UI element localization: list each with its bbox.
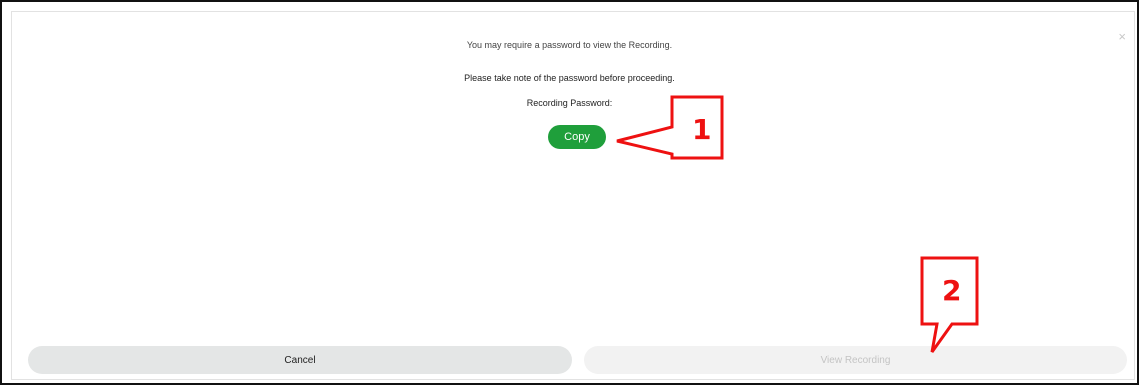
view-recording-button[interactable]: View Recording <box>584 346 1127 374</box>
recording-password-dialog: × <box>11 11 1135 380</box>
copy-password-button[interactable]: Copy <box>548 125 606 149</box>
cancel-button[interactable]: Cancel <box>28 346 572 374</box>
password-required-message: You may require a password to view the R… <box>466 40 673 50</box>
callout-2-number: 2 <box>942 274 962 307</box>
recording-password-label: Recording Password: <box>526 98 613 108</box>
note-password-message: Please take note of the password before … <box>464 73 675 83</box>
callout-1-number: 1 <box>692 113 712 146</box>
screenshot-frame: × <box>0 0 1139 385</box>
